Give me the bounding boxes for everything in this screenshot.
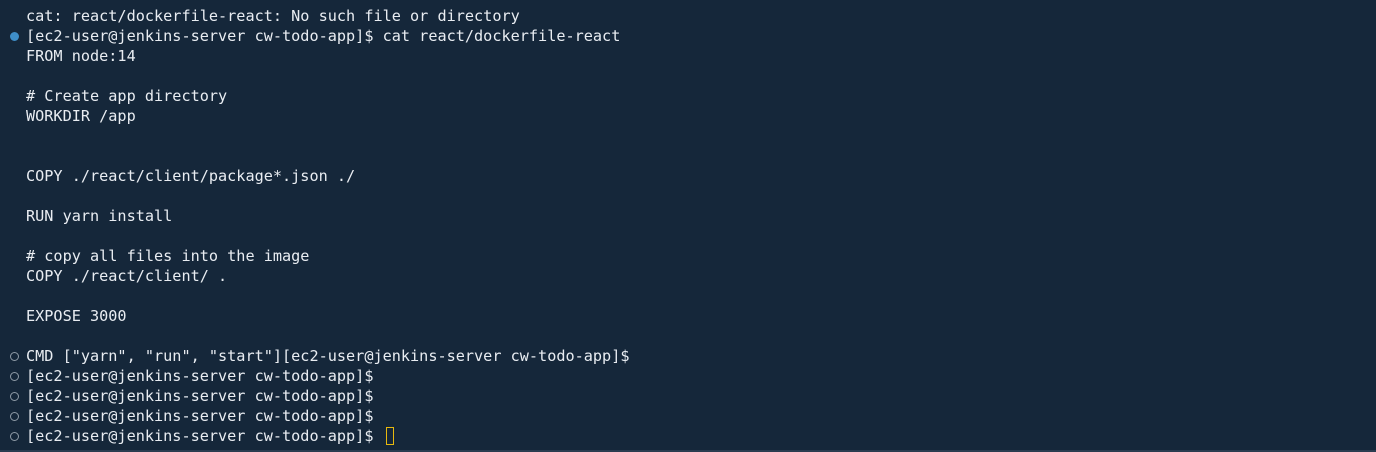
terminal-line: [ec2-user@jenkins-server cw-todo-app]$: [0, 386, 1376, 406]
terminal-panel[interactable]: cat: react/dockerfile-react: No such fil…: [0, 0, 1376, 452]
terminal-line-text: [ec2-user@jenkins-server cw-todo-app]$: [26, 387, 374, 405]
command-success-dot-icon[interactable]: [10, 32, 19, 41]
terminal-line-text: [ec2-user@jenkins-server cw-todo-app]$ c…: [26, 27, 621, 45]
command-default-circle-icon[interactable]: [10, 432, 19, 441]
terminal-line-text: COPY ./react/client/ .: [26, 267, 228, 285]
text-cursor-icon: [385, 427, 394, 445]
command-default-circle-icon[interactable]: [10, 352, 19, 361]
terminal-line-text: EXPOSE 3000: [26, 307, 127, 325]
terminal-line: [ec2-user@jenkins-server cw-todo-app]$: [0, 366, 1376, 386]
terminal-line-text: # Create app directory: [26, 87, 228, 105]
terminal-line: # copy all files into the image: [0, 246, 1376, 266]
terminal-line: CMD ["yarn", "run", "start"][ec2-user@je…: [0, 346, 1376, 366]
terminal-line-text: FROM node:14: [26, 47, 136, 65]
terminal-line: RUN yarn install: [0, 206, 1376, 226]
terminal-line-text: CMD ["yarn", "run", "start"][ec2-user@je…: [26, 347, 630, 365]
terminal-line-text: [ec2-user@jenkins-server cw-todo-app]$: [26, 367, 374, 385]
command-default-circle-icon[interactable]: [10, 392, 19, 401]
terminal-line: cat: react/dockerfile-react: No such fil…: [0, 6, 1376, 26]
terminal-line: [ec2-user@jenkins-server cw-todo-app]$: [0, 406, 1376, 426]
terminal-line-text: WORKDIR /app: [26, 107, 136, 125]
terminal-line-text: cat: react/dockerfile-react: No such fil…: [26, 7, 520, 25]
terminal-line-text: [ec2-user@jenkins-server cw-todo-app]$: [26, 407, 374, 425]
terminal-line-text: RUN yarn install: [26, 207, 173, 225]
terminal-line-text: # copy all files into the image: [26, 247, 310, 265]
terminal-line: EXPOSE 3000: [0, 306, 1376, 326]
terminal-line: WORKDIR /app: [0, 106, 1376, 126]
terminal-line: # Create app directory: [0, 86, 1376, 106]
terminal-line: FROM node:14: [0, 46, 1376, 66]
terminal-line: [ec2-user@jenkins-server cw-todo-app]$ c…: [0, 26, 1376, 46]
terminal-line: COPY ./react/client/package*.json ./: [0, 166, 1376, 186]
command-default-circle-icon[interactable]: [10, 412, 19, 421]
terminal-line-text: [ec2-user@jenkins-server cw-todo-app]$: [26, 427, 383, 445]
command-default-circle-icon[interactable]: [10, 372, 19, 381]
terminal-line: [ec2-user@jenkins-server cw-todo-app]$: [0, 426, 1376, 446]
terminal-line-text: COPY ./react/client/package*.json ./: [26, 167, 356, 185]
terminal-line: COPY ./react/client/ .: [0, 266, 1376, 286]
